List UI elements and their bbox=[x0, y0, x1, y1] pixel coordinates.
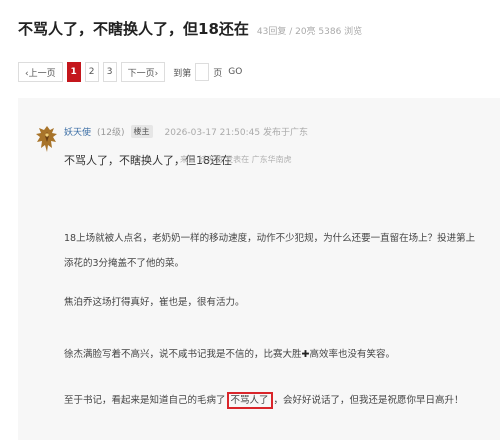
post-meta: 妖天使 (12级) 楼主 2026-03-17 21:50:45 发布于广东 bbox=[64, 124, 308, 138]
post-paragraph: 焦泊乔这场打得真好，崔也是，很有活力。 bbox=[64, 297, 245, 308]
post-paragraph: 18上场就被人点名，老奶奶一样的移动速度，动作不少犯规，为什么还要一直留在场上？… bbox=[64, 233, 476, 269]
thread-header: 不骂人了，不瞎换人了，但18还在 43回复 / 20亮 5386 浏览 bbox=[18, 18, 488, 42]
next-page-button[interactable]: 下一页› bbox=[120, 62, 166, 82]
page-jump-input[interactable] bbox=[195, 63, 210, 81]
post-source: 来自 妖天使 发表在 广东华南虎 bbox=[180, 155, 292, 164]
thread-title: 不骂人了，不瞎换人了，但18还在 bbox=[18, 20, 249, 38]
go-button[interactable]: GO bbox=[226, 62, 244, 82]
author-link[interactable]: 妖天使 bbox=[64, 125, 91, 138]
paragraph-text: 高效率也没有笑容。 bbox=[309, 349, 395, 360]
author-level: (12级) bbox=[97, 127, 125, 138]
pagination: ‹上一页 1 2 3 下一页› 到第 页 GO bbox=[18, 60, 244, 84]
page-1-button[interactable]: 1 bbox=[66, 62, 81, 82]
page-3-button[interactable]: 3 bbox=[102, 62, 117, 82]
paragraph-text: 至于书记，看起来是知道自己的毛病了 bbox=[64, 395, 226, 406]
thread-stats: 43回复 / 20亮 5386 浏览 bbox=[256, 27, 363, 37]
paragraph-text: 徐杰满脸写着不高兴，说不咸书记我是不信的，比赛大胜 bbox=[64, 349, 302, 360]
owner-badge: 楼主 bbox=[130, 124, 153, 138]
prev-page-button[interactable]: ‹上一页 bbox=[18, 62, 63, 82]
highlighted-phrase: 不骂人了 bbox=[226, 392, 273, 409]
page-2-button[interactable]: 2 bbox=[84, 62, 99, 82]
paragraph-text: ，会好好说话了，但我还是祝愿你早日高升！ bbox=[273, 395, 464, 406]
post-paragraph: 徐杰满脸写着不高兴，说不咸书记我是不信的，比赛大胜✚高效率也没有笑容。 bbox=[64, 342, 484, 367]
post-time: 2026-03-17 21:50:45 发布于广东 bbox=[164, 127, 308, 138]
avatar[interactable] bbox=[36, 124, 58, 154]
post-paragraph: 至于书记，看起来是知道自己的毛病了 不骂人了 ，会好好说话了，但我还是祝愿你早日高升… bbox=[64, 388, 484, 413]
jump-to-label: 到第 bbox=[173, 68, 192, 79]
page-unit-label: 页 bbox=[213, 68, 223, 79]
